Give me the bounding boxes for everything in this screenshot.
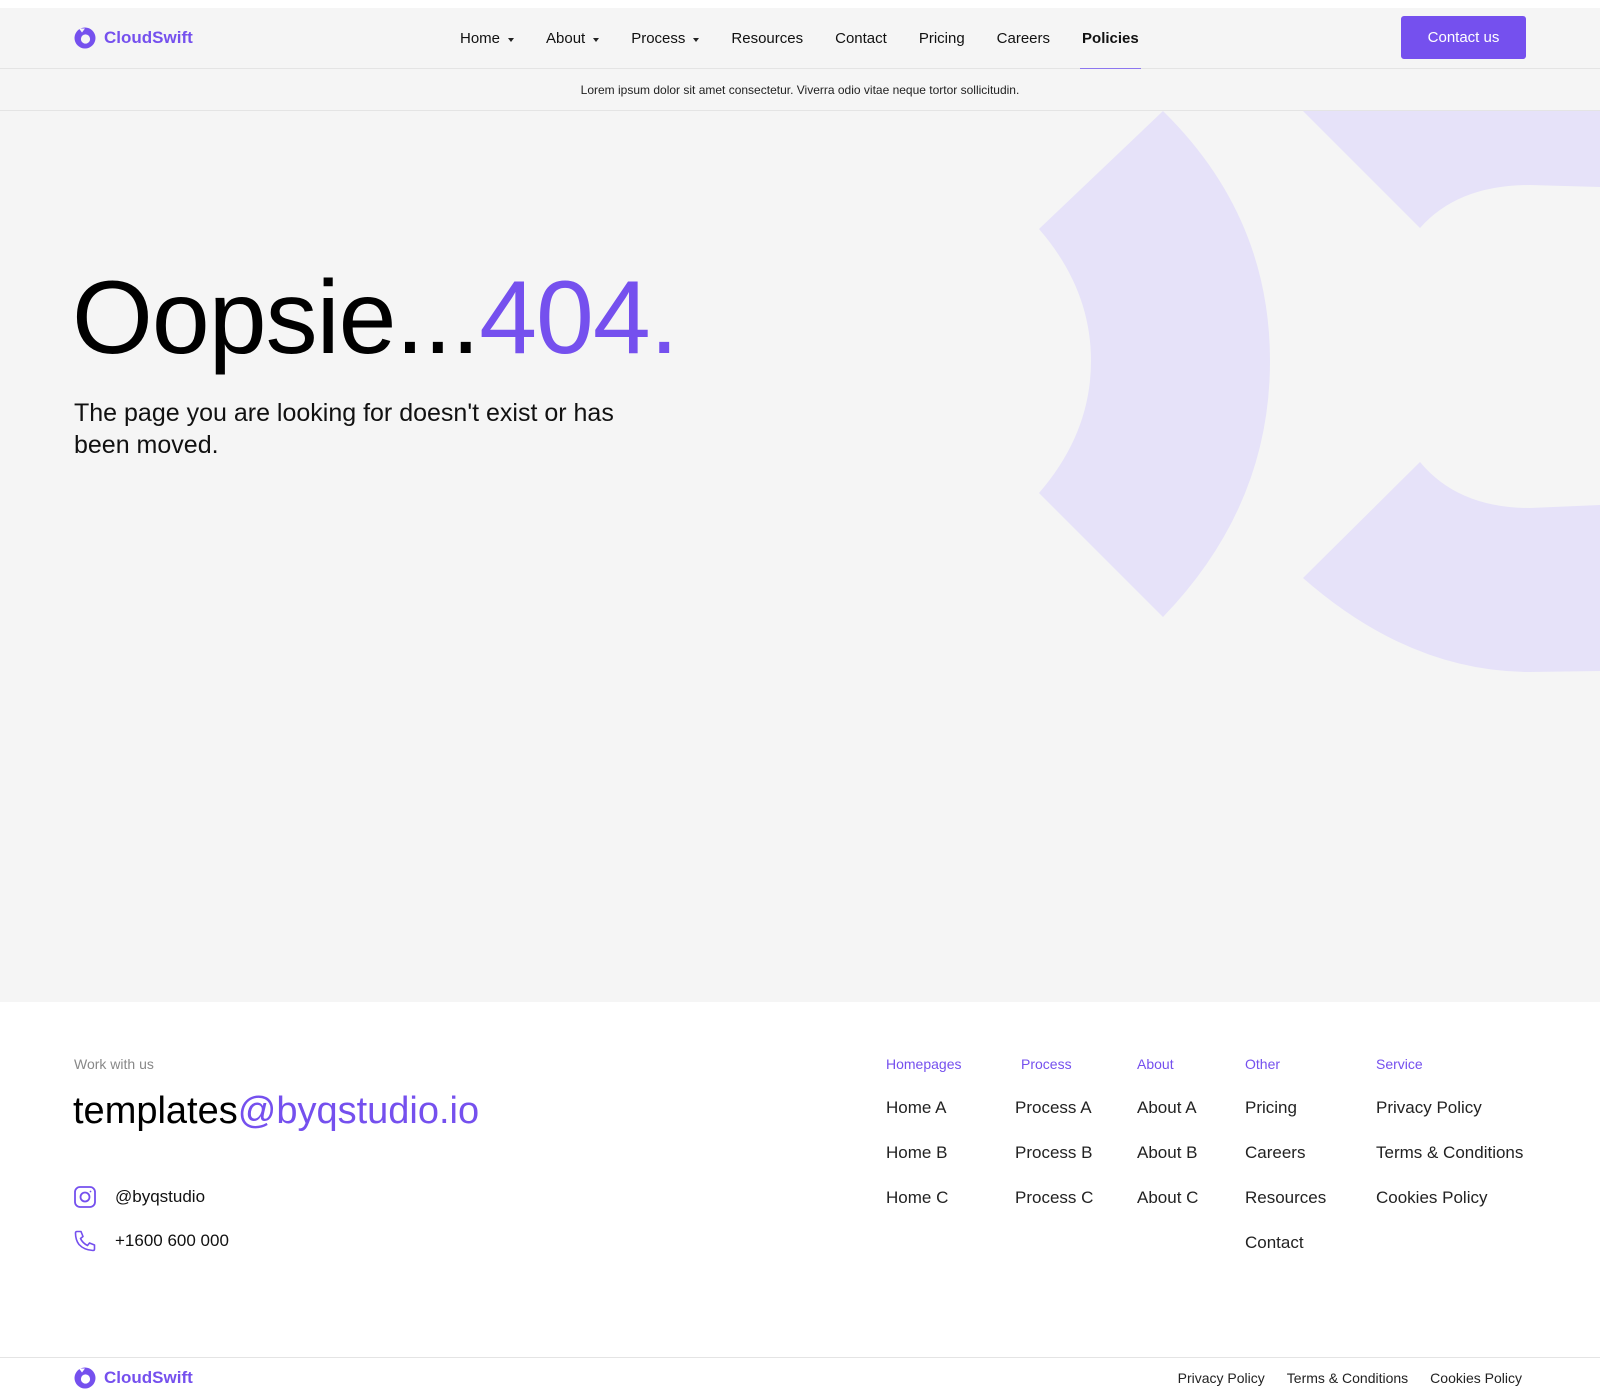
nav-item-label: Resources [731,30,804,47]
instagram-link[interactable]: @byqstudio [73,1185,205,1209]
email-user: templates [73,1090,238,1132]
nav-item-policies[interactable]: Policies [1080,8,1141,70]
footer-link-process-b[interactable]: Process B [1015,1141,1093,1186]
nav-item-about[interactable]: About [546,8,600,69]
footer-column-other: Other Pricing Careers Resources Contact [1245,1056,1326,1276]
footer-column-heading: Process [1021,1056,1072,1072]
navbar: CloudSwift Home About Process Resources … [0,8,1600,70]
footer-link-terms-conditions[interactable]: Terms & Conditions [1376,1141,1523,1186]
nav-item-home[interactable]: Home [460,8,515,69]
caret-down-icon [593,37,600,42]
nav-item-label: Process [631,30,686,47]
decorative-rings [1039,111,1600,672]
legal-link-cookies-policy[interactable]: Cookies Policy [1430,1370,1522,1386]
contact-email-link[interactable]: templates@byqstudio.io [73,1090,479,1133]
error-message: The page you are looking for doesn't exi… [74,399,614,459]
phone-link[interactable]: +1600 600 000 [73,1229,229,1253]
work-with-us-label: Work with us [74,1056,154,1072]
nav-item-label: Pricing [918,30,965,47]
contact-us-button[interactable]: Contact us [1401,16,1526,59]
footer-column-service: Service Privacy Policy Terms & Condition… [1376,1056,1523,1231]
nav-item-label: Careers [996,30,1051,47]
email-domain: @byqstudio.io [237,1090,480,1132]
footer-link-careers[interactable]: Careers [1245,1141,1326,1186]
nav-item-contact[interactable]: Contact [835,8,887,69]
footer-link-cookies-policy[interactable]: Cookies Policy [1376,1186,1523,1231]
footer-column-heading: Homepages [886,1056,962,1072]
footer-link-home-c[interactable]: Home C [886,1186,962,1231]
nav-item-label: Home [460,30,501,47]
top-strip [0,0,1600,8]
error-title: Oopsie...404. [72,259,679,379]
footer-column-heading: Service [1376,1056,1423,1072]
site-footer: Work with us templates@byqstudio.io @byq… [0,1002,1600,1358]
footer-link-process-c[interactable]: Process C [1015,1186,1093,1231]
brand-name: CloudSwift [104,1368,193,1387]
caret-down-icon [693,37,700,42]
cloudswift-logo-icon [74,27,96,49]
footer-link-contact[interactable]: Contact [1245,1231,1326,1276]
caret-down-icon [508,37,515,42]
nav-item-label: Policies [1082,30,1139,47]
legal-link-privacy-policy[interactable]: Privacy Policy [1178,1370,1265,1386]
nav-item-process[interactable]: Process [631,8,700,69]
hero-404: Oopsie...404. The page you are looking f… [0,111,1600,1002]
error-code: 404 [479,260,651,376]
cloudswift-logo-icon [74,1367,96,1389]
footer-column-heading: About [1137,1056,1174,1072]
nav-item-resources[interactable]: Resources [731,8,803,69]
brand-logo-footer[interactable]: CloudSwift [73,1366,193,1390]
bottom-bar: CloudSwift Privacy Policy Terms & Condit… [0,1357,1600,1400]
main-nav: Home About Process Resources Contact Pri… [460,8,1171,70]
footer-link-home-b[interactable]: Home B [886,1141,962,1186]
announcement-bar: Lorem ipsum dolor sit amet consectetur. … [0,69,1600,111]
legal-link-terms-conditions[interactable]: Terms & Conditions [1287,1370,1408,1386]
footer-column-about: About About A About B About C [1137,1056,1198,1231]
announcement-text: Lorem ipsum dolor sit amet consectetur. … [580,82,1020,97]
footer-link-about-c[interactable]: About C [1137,1186,1198,1231]
footer-link-resources[interactable]: Resources [1245,1186,1326,1231]
error-title-suffix: . [649,260,679,376]
footer-column-homepages: Homepages Home A Home B Home C [886,1056,962,1231]
footer-link-process-a[interactable]: Process A [1015,1096,1093,1141]
instagram-handle: @byqstudio [115,1187,206,1206]
brand-name: CloudSwift [104,28,193,47]
phone-icon [74,1230,96,1252]
nav-item-label: Contact [835,30,887,47]
phone-number: +1600 600 000 [115,1231,229,1250]
footer-column-heading: Other [1245,1056,1281,1072]
footer-link-pricing[interactable]: Pricing [1245,1096,1326,1141]
legal-links: Privacy Policy Terms & Conditions Cookie… [1178,1370,1522,1386]
footer-column-process: Process Process A Process B Process C [1015,1056,1093,1231]
nav-item-label: About [546,30,586,47]
nav-item-pricing[interactable]: Pricing [919,8,965,69]
footer-link-about-a[interactable]: About A [1137,1096,1198,1141]
nav-item-careers[interactable]: Careers [997,8,1050,69]
footer-link-about-b[interactable]: About B [1137,1141,1198,1186]
instagram-icon [74,1186,96,1208]
error-title-prefix: Oopsie... [72,260,480,376]
footer-link-home-a[interactable]: Home A [886,1096,962,1141]
brand-logo[interactable]: CloudSwift [73,26,193,50]
footer-link-privacy-policy[interactable]: Privacy Policy [1376,1096,1523,1141]
